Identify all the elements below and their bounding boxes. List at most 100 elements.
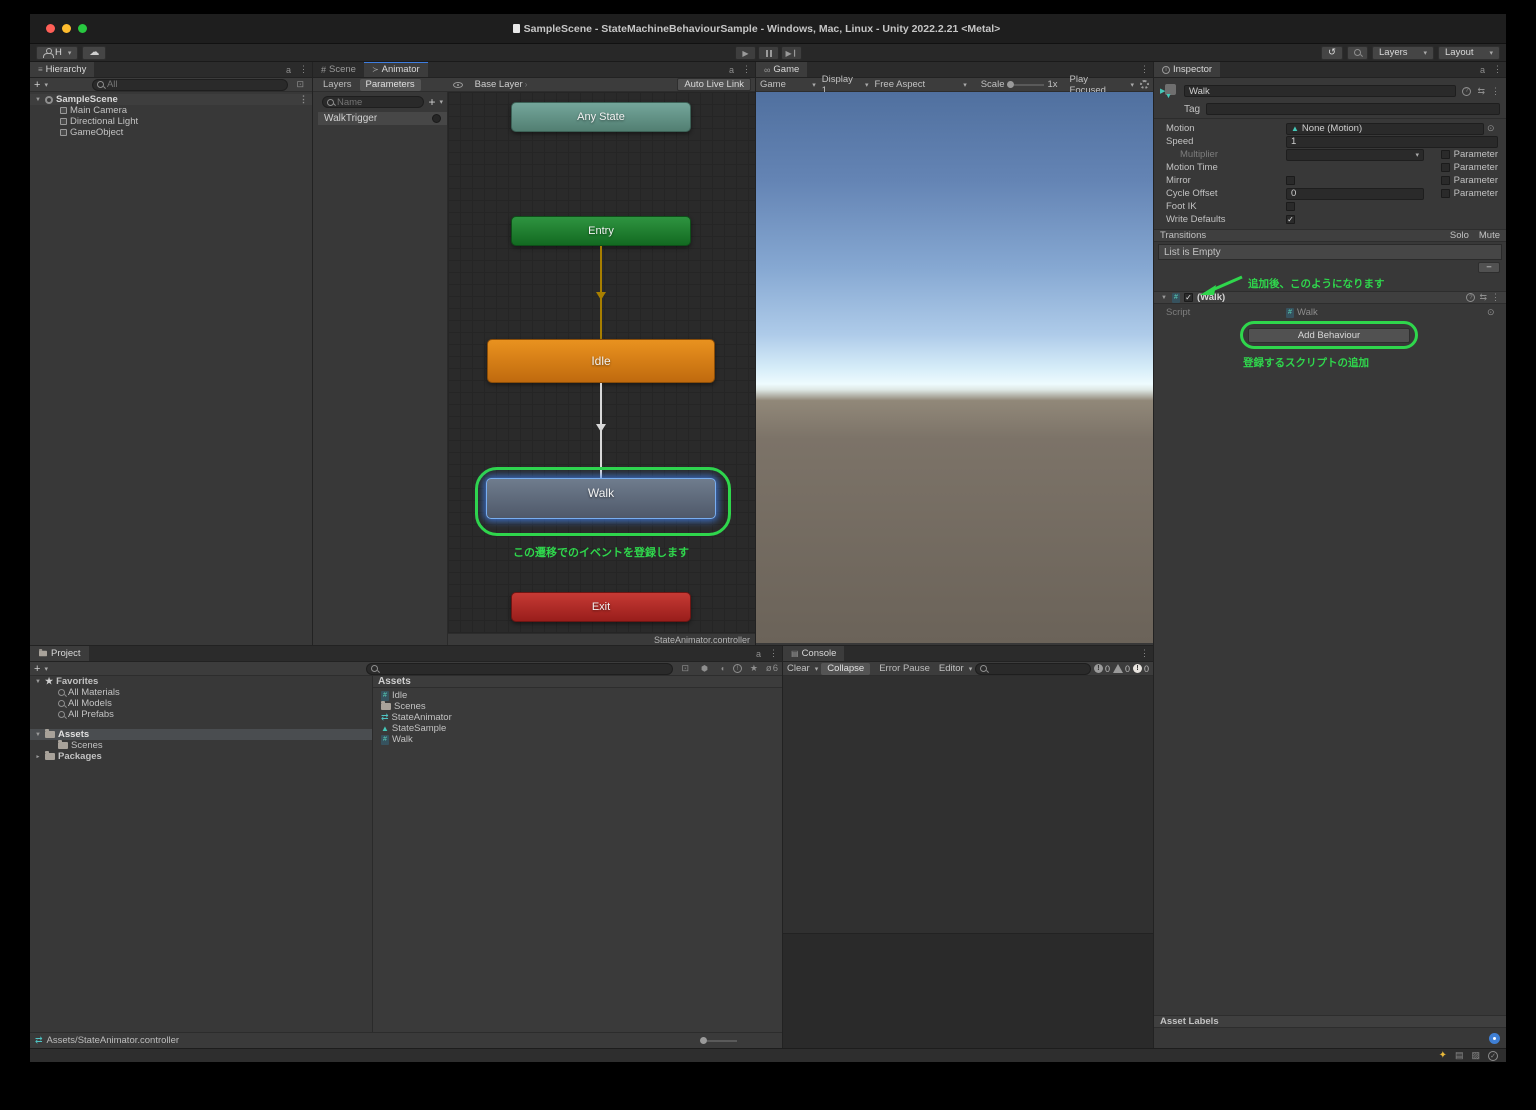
- parameter-checkbox[interactable]: [1441, 176, 1450, 185]
- parameter-checkbox[interactable]: [1441, 163, 1450, 172]
- preset-icon[interactable]: ⇆: [1477, 86, 1485, 97]
- add-behaviour-button[interactable]: Add Behaviour: [1248, 328, 1410, 343]
- console-search-input[interactable]: [975, 663, 1091, 675]
- write-defaults-checkbox[interactable]: ✓: [1286, 215, 1295, 224]
- auto-live-link-button[interactable]: Auto Live Link: [677, 78, 751, 91]
- cloud-button[interactable]: ☁: [82, 46, 106, 60]
- tree-row-all-materials[interactable]: All Materials: [30, 687, 372, 698]
- parameters-tab[interactable]: Parameters: [360, 79, 421, 91]
- foldout-icon[interactable]: ▼: [1160, 295, 1168, 301]
- tag-field[interactable]: [1206, 103, 1500, 115]
- search-by-type-icon[interactable]: ⊡: [677, 663, 693, 674]
- error-count-badge[interactable]: ! 0: [1133, 664, 1149, 674]
- foldout-icon[interactable]: ▼: [34, 97, 42, 103]
- scale-slider[interactable]: [1007, 81, 1044, 88]
- parameter-checkbox[interactable]: [1441, 150, 1450, 159]
- tree-row-gameobject[interactable]: GameObject: [30, 127, 312, 138]
- warning-count-badge[interactable]: 0: [1113, 664, 1130, 674]
- layers-tab[interactable]: Layers: [317, 79, 358, 91]
- lock-icon[interactable]: a: [752, 646, 765, 661]
- account-button[interactable]: H ▾: [36, 46, 78, 60]
- asset-item-stateanimator[interactable]: ⇄ StateAnimator: [381, 712, 782, 723]
- foot-ik-checkbox[interactable]: [1286, 202, 1295, 211]
- tab-game[interactable]: ∞ Game: [756, 62, 807, 77]
- undo-history-button[interactable]: ↺: [1321, 46, 1343, 60]
- help-icon[interactable]: ?: [1462, 87, 1471, 96]
- hot-reload-icon[interactable]: ✦: [1439, 1050, 1447, 1061]
- lock-icon[interactable]: a: [1476, 62, 1489, 77]
- kebab-menu-icon[interactable]: ⋮: [738, 62, 755, 77]
- thumbnail-size-slider[interactable]: [700, 1037, 737, 1044]
- preset-icon[interactable]: ⇆: [1479, 292, 1487, 303]
- state-node-walk[interactable]: Walk: [486, 478, 716, 519]
- object-picker-icon[interactable]: ⊙: [1487, 123, 1495, 134]
- tab-project[interactable]: Project: [30, 646, 89, 661]
- foldout-icon[interactable]: ▼: [34, 679, 42, 685]
- parameter-row-walktrigger[interactable]: WalkTrigger: [318, 112, 447, 125]
- project-search-input[interactable]: [366, 663, 673, 675]
- tree-row-directional-light[interactable]: Directional Light: [30, 116, 312, 127]
- speed-field[interactable]: 1: [1286, 136, 1498, 148]
- search-info-icon[interactable]: !: [733, 664, 742, 673]
- lock-icon[interactable]: a: [725, 62, 738, 77]
- refresh-lock-icon[interactable]: ▨: [1471, 1050, 1480, 1061]
- state-node-exit[interactable]: Exit: [511, 592, 691, 622]
- state-node-any-state[interactable]: Any State: [511, 102, 691, 132]
- state-node-idle[interactable]: Idle: [487, 339, 715, 383]
- clear-dropdown[interactable]: Clear ▾: [787, 663, 818, 674]
- eye-icon[interactable]: [453, 82, 463, 88]
- kebab-menu-icon[interactable]: ⋮: [1491, 86, 1500, 97]
- tab-hierarchy[interactable]: ≡ Hierarchy: [30, 62, 94, 77]
- scene-picker-icon[interactable]: ⊡: [292, 79, 308, 90]
- search-by-import-icon[interactable]: ⬢: [697, 664, 712, 673]
- tab-inspector[interactable]: i Inspector: [1154, 62, 1220, 77]
- cycle-offset-field[interactable]: 0: [1286, 188, 1424, 200]
- console-log-list[interactable]: [783, 676, 1153, 1048]
- tree-row-all-prefabs[interactable]: All Prefabs: [30, 709, 372, 720]
- tree-row-main-camera[interactable]: Main Camera: [30, 105, 312, 116]
- script-field[interactable]: # Walk: [1286, 307, 1484, 318]
- play-button[interactable]: ▶: [735, 46, 756, 60]
- hidden-count-button[interactable]: ø 6: [766, 663, 778, 674]
- object-picker-icon[interactable]: ⊙: [1487, 307, 1495, 318]
- breadcrumb[interactable]: Base Layer: [475, 79, 523, 90]
- step-button[interactable]: ▶❙: [781, 46, 802, 60]
- tree-row-assets[interactable]: ▼ Assets: [30, 729, 372, 740]
- pause-button[interactable]: [758, 46, 779, 60]
- layers-dropdown[interactable]: Layers ▾: [1372, 46, 1434, 60]
- asset-item-statesample[interactable]: ▲ StateSample: [381, 723, 782, 734]
- game-viewport[interactable]: [756, 92, 1153, 643]
- add-label-icon[interactable]: [1489, 1033, 1500, 1044]
- collapse-toggle[interactable]: Collapse: [821, 663, 870, 675]
- tree-row-favorites[interactable]: ▼ ★ Favorites: [30, 676, 372, 687]
- asset-item-idle[interactable]: # Idle: [381, 690, 782, 701]
- editor-dropdown[interactable]: Editor ▾: [939, 663, 972, 674]
- tab-animator[interactable]: ≻ Animator: [364, 62, 428, 77]
- project-add-button[interactable]: + ▾: [34, 663, 48, 675]
- parameter-search-input[interactable]: Name: [322, 96, 424, 108]
- tab-console[interactable]: ▤ Console: [783, 646, 844, 661]
- kebab-menu-icon[interactable]: ⋮: [1136, 62, 1153, 77]
- gear-icon[interactable]: [1140, 80, 1149, 89]
- state-node-entry[interactable]: Entry: [511, 216, 691, 246]
- component-enabled-checkbox[interactable]: ✓: [1184, 293, 1193, 302]
- multiplier-dropdown[interactable]: ▾: [1286, 149, 1424, 161]
- tab-scene[interactable]: # Scene: [313, 62, 364, 77]
- kebab-menu-icon[interactable]: ⋮: [295, 62, 312, 77]
- state-machine-graph[interactable]: Any State Entry Idle Walk この遷移でのイベントを登録し…: [448, 92, 755, 645]
- foldout-icon[interactable]: ►: [34, 754, 42, 760]
- help-icon[interactable]: ?: [1466, 293, 1475, 302]
- search-button[interactable]: [1347, 46, 1368, 60]
- cache-server-icon[interactable]: ▤: [1455, 1050, 1464, 1061]
- save-search-icon[interactable]: ★: [746, 663, 762, 674]
- lock-icon[interactable]: a: [282, 62, 295, 77]
- kebab-menu-icon[interactable]: ⋮: [1489, 62, 1506, 77]
- trigger-radio[interactable]: [432, 114, 441, 123]
- progress-done-icon[interactable]: ✓: [1488, 1051, 1498, 1061]
- layout-dropdown[interactable]: Layout ▾: [1438, 46, 1500, 60]
- kebab-menu-icon[interactable]: ⋮: [295, 94, 312, 105]
- zoom-window-icon[interactable]: [78, 24, 87, 33]
- hierarchy-add-button[interactable]: + ▾: [34, 79, 48, 91]
- add-parameter-button[interactable]: + ▾: [428, 95, 443, 109]
- close-window-icon[interactable]: [46, 24, 55, 33]
